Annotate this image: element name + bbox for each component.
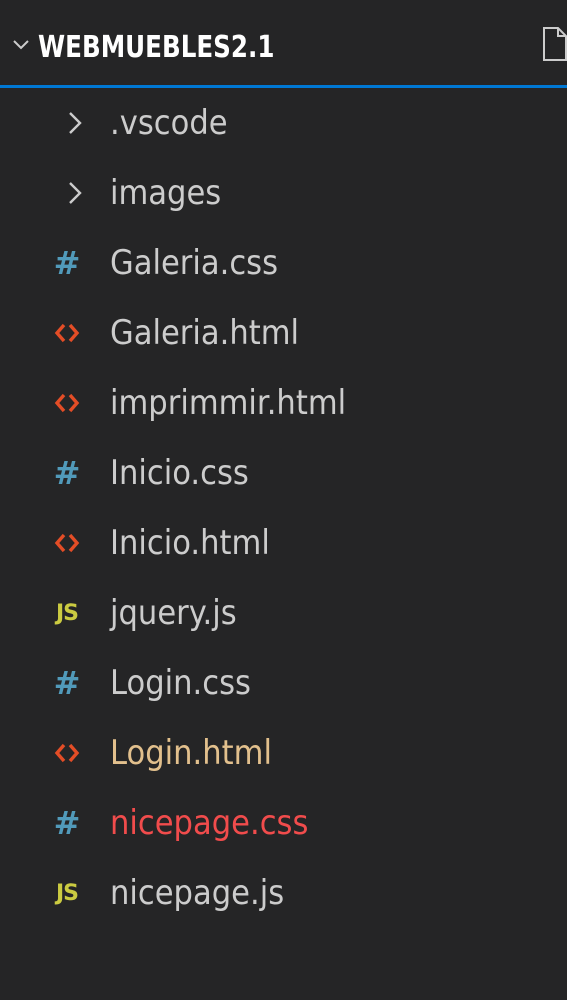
chevron-right-icon xyxy=(60,158,90,228)
tree-item-label: nicepage.js xyxy=(110,873,285,913)
tree-file-item[interactable]: Login.html xyxy=(0,718,567,788)
chevron-down-icon[interactable] xyxy=(12,36,30,54)
tree-file-item[interactable]: JS jquery.js xyxy=(0,578,567,648)
html-brackets-icon xyxy=(50,508,84,578)
tree-file-item[interactable]: # nicepage.css xyxy=(0,788,567,858)
tree-file-item[interactable]: imprimmir.html xyxy=(0,368,567,438)
tree-item-label: Galeria.css xyxy=(110,243,279,283)
tree-file-item[interactable]: Galeria.html xyxy=(0,298,567,368)
tree-item-label: Login.css xyxy=(110,663,251,703)
tree-item-label: nicepage.css xyxy=(110,803,309,843)
css-hash-icon: # xyxy=(53,244,81,282)
explorer-root-header[interactable]: WEBMUEBLES2.1 xyxy=(0,0,567,88)
tree-file-item[interactable]: JS nicepage.js xyxy=(0,858,567,928)
explorer-panel: WEBMUEBLES2.1 .vscode images # Galeria.css G… xyxy=(0,0,567,1000)
tree-item-label: Login.html xyxy=(110,733,272,773)
chevron-right-icon xyxy=(60,88,90,158)
tree-folder-item[interactable]: images xyxy=(0,158,567,228)
js-icon: JS xyxy=(55,880,79,906)
tree-item-label: Inicio.css xyxy=(110,453,249,493)
explorer-root-title: WEBMUEBLES2.1 xyxy=(38,30,275,65)
tree-item-label: .vscode xyxy=(110,103,228,143)
html-brackets-icon xyxy=(50,718,84,788)
tree-file-item[interactable]: # Galeria.css xyxy=(0,228,567,298)
tree-file-item[interactable]: # Inicio.css xyxy=(0,438,567,508)
tree-folder-item[interactable]: .vscode xyxy=(0,88,567,158)
new-file-icon[interactable] xyxy=(542,26,567,62)
css-hash-icon: # xyxy=(53,804,81,842)
css-hash-icon: # xyxy=(53,664,81,702)
tree-file-item[interactable]: Inicio.html xyxy=(0,508,567,578)
html-brackets-icon xyxy=(50,368,84,438)
css-hash-icon: # xyxy=(53,454,81,492)
tree-item-label: images xyxy=(110,173,222,213)
tree-item-label: jquery.js xyxy=(110,593,237,633)
tree-item-label: imprimmir.html xyxy=(110,383,347,423)
tree-file-item[interactable]: # Login.css xyxy=(0,648,567,718)
html-brackets-icon xyxy=(50,298,84,368)
js-icon: JS xyxy=(55,600,79,626)
tree-item-label: Galeria.html xyxy=(110,313,300,353)
tree-item-label: Inicio.html xyxy=(110,523,270,563)
